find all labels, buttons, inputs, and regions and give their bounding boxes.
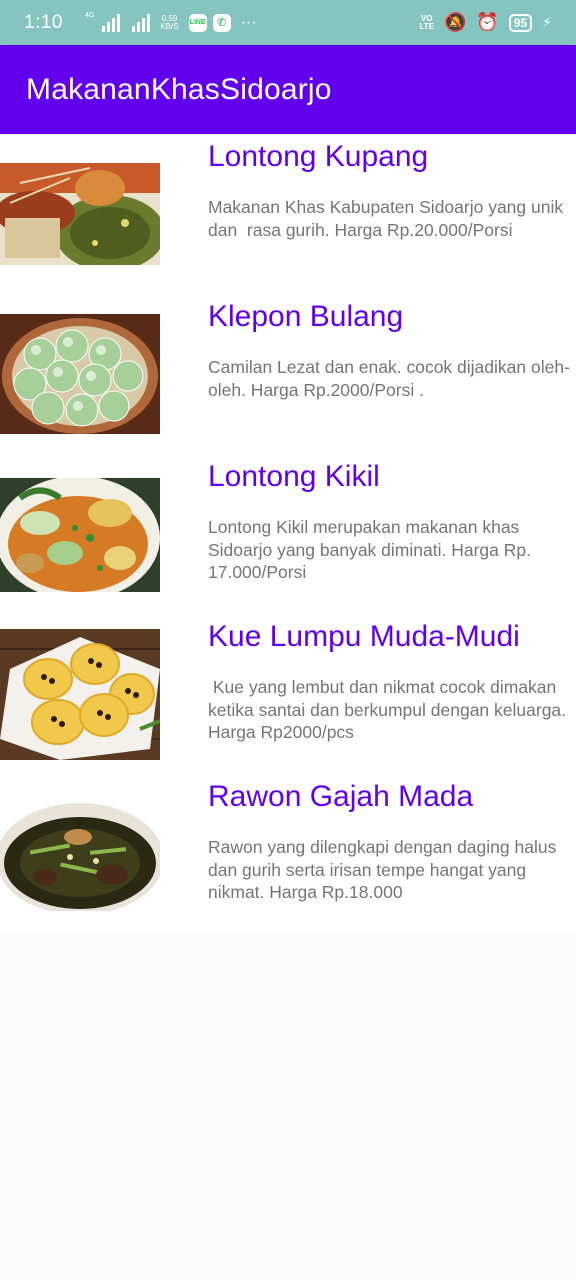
item-title: Kue Lumpu Muda-Mudi bbox=[208, 620, 520, 653]
item-description: Makanan Khas Kabupaten Sidoarjo yang uni… bbox=[208, 197, 568, 240]
list-item-rawon[interactable]: Rawon Gajah Mada Rawon yang dilengkapi d… bbox=[0, 774, 576, 934]
item-description: Camilan Lezat dan enak. cocok dijadikan … bbox=[208, 357, 570, 400]
network-type: 4G bbox=[84, 11, 95, 19]
item-title: Lontong Kikil bbox=[208, 460, 380, 493]
item-title: Klepon Bulang bbox=[208, 300, 404, 333]
status-right: VO LTE 🔕 ⏰ 95 ⚡ bbox=[419, 12, 552, 33]
item-description: Rawon yang dilengkapi dengan daging halu… bbox=[208, 837, 562, 902]
list-item-kue-lumpur[interactable]: Kue Lumpu Muda-Mudi Kue yang lembut dan … bbox=[0, 614, 576, 774]
status-bar: 1:10 4G 0.59 KB/S LINE ✆ ··· VO LTE 🔕 ⏰ 95… bbox=[0, 0, 576, 45]
app-bar: MakananKhasSidoarjo bbox=[0, 45, 576, 134]
food-list[interactable]: Lontong Kupang Makanan Khas Kabupaten Si… bbox=[0, 134, 576, 934]
item-title: Lontong Kupang bbox=[208, 140, 429, 173]
app-title: MakananKhasSidoarjo bbox=[26, 72, 332, 106]
volte-bottom: LTE bbox=[419, 21, 434, 31]
more-notifications-icon: ··· bbox=[240, 13, 257, 31]
lontong-kikil-image bbox=[0, 478, 160, 592]
signal-1-icon bbox=[102, 13, 121, 32]
alarm-icon: ⏰ bbox=[476, 12, 499, 32]
status-time: 1:10 bbox=[24, 11, 63, 33]
battery-icon: 95 bbox=[508, 13, 533, 32]
list-item-lontong-kikil[interactable]: Lontong Kikil Lontong Kikil merupakan ma… bbox=[0, 454, 576, 614]
status-left: 1:10 4G 0.59 KB/S LINE ✆ ··· bbox=[24, 12, 419, 34]
klepon-bulang-image bbox=[0, 314, 160, 434]
network-speed: 0.59 KB/S bbox=[160, 14, 179, 31]
speed-unit: KB/S bbox=[160, 21, 179, 31]
item-description: Kue yang lembut dan nikmat cocok dimakan… bbox=[208, 677, 571, 742]
line-app-icon: LINE bbox=[188, 13, 207, 32]
volte-icon: VO LTE bbox=[419, 14, 434, 31]
mute-icon: 🔕 bbox=[443, 12, 467, 32]
kue-lumpur-image bbox=[0, 629, 160, 760]
list-item-klepon-bulang[interactable]: Klepon Bulang Camilan Lezat dan enak. co… bbox=[0, 294, 576, 454]
list-item-lontong-kupang[interactable]: Lontong Kupang Makanan Khas Kabupaten Si… bbox=[0, 134, 576, 294]
charging-icon: ⚡ bbox=[542, 14, 552, 30]
item-title: Rawon Gajah Mada bbox=[208, 780, 474, 813]
lontong-kupang-image bbox=[0, 163, 160, 265]
rawon-image bbox=[0, 797, 160, 911]
whatsapp-icon: ✆ bbox=[212, 13, 231, 32]
signal-2-icon bbox=[132, 13, 151, 32]
item-description: Lontong Kikil merupakan makanan khas Sid… bbox=[208, 517, 536, 582]
